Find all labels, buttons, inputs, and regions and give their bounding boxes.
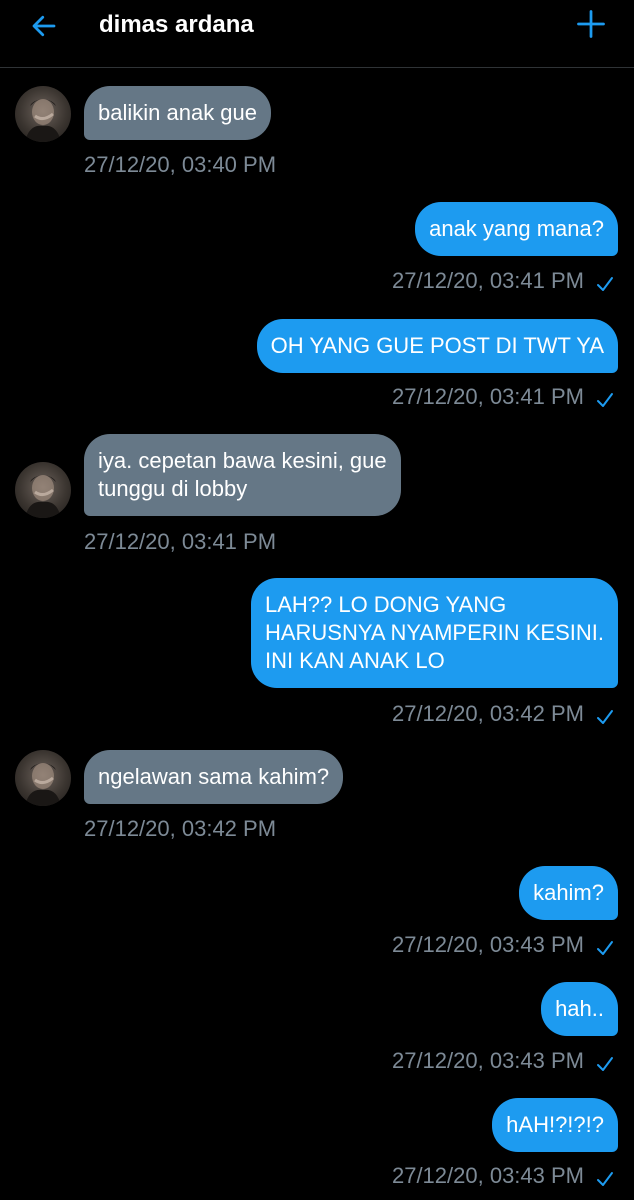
message-text: tunggu di lobby — [98, 476, 248, 501]
avatar[interactable] — [15, 86, 71, 142]
message-timestamp: 27/12/20, 03:41 PM — [84, 528, 276, 556]
message-timestamp: 27/12/20, 03:41 PM — [392, 267, 614, 295]
timestamp-text: 27/12/20, 03:43 PM — [391, 1163, 584, 1188]
outgoing-message-bubble[interactable]: OH YANG GUE POST DI TWT YA — [256, 319, 618, 373]
timestamp-text: 27/12/20, 03:43 PM — [391, 1048, 584, 1073]
message-text: ngelawan sama kahim? — [98, 764, 330, 789]
checkmark-icon — [596, 1052, 614, 1071]
message-timestamp: 27/12/20, 03:42 PM — [392, 700, 614, 728]
plus-icon — [577, 10, 605, 38]
message-timestamp: 27/12/20, 03:43 PM — [392, 1162, 614, 1190]
message-text: iya. cepetan bawa kesini, gue — [98, 448, 387, 473]
message-text: balikin anak gue — [98, 100, 258, 125]
arrow-left-icon — [32, 15, 56, 37]
message-text: OH YANG GUE POST DI TWT YA — [270, 333, 604, 358]
message-timestamp: 27/12/20, 03:41 PM — [392, 383, 614, 411]
checkmark-icon — [596, 936, 614, 955]
conversation-title[interactable]: dimas ardana — [99, 11, 254, 39]
outgoing-message-bubble[interactable]: kahim? — [519, 866, 618, 920]
message-timestamp: 27/12/20, 03:43 PM — [392, 1047, 614, 1075]
incoming-message-bubble[interactable]: balikin anak gue — [84, 86, 272, 140]
timestamp-text: 27/12/20, 03:41 PM — [391, 384, 584, 409]
timestamp-text: 27/12/20, 03:40 PM — [84, 152, 277, 177]
avatar[interactable] — [15, 462, 71, 518]
incoming-message-bubble[interactable]: ngelawan sama kahim? — [84, 750, 344, 804]
outgoing-message-bubble[interactable]: hAH!?!?!? — [492, 1098, 618, 1152]
outgoing-message-bubble[interactable]: hah.. — [541, 982, 618, 1036]
timestamp-text: 27/12/20, 03:42 PM — [391, 701, 584, 726]
message-text: hAH!?!?!? — [506, 1112, 604, 1137]
message-text: anak yang mana? — [429, 216, 604, 241]
checkmark-icon — [596, 388, 614, 407]
outgoing-message-bubble[interactable]: LAH?? LO DONG YANG HARUSNYA NYAMPERIN KES… — [250, 578, 618, 688]
message-text: HARUSNYA NYAMPERIN KESINI. — [264, 620, 604, 645]
timestamp-text: 27/12/20, 03:41 PM — [84, 529, 277, 554]
message-timestamp: 27/12/20, 03:42 PM — [84, 815, 276, 843]
timestamp-text: 27/12/20, 03:43 PM — [391, 932, 584, 957]
checkmark-icon — [596, 272, 614, 291]
conversation-header: dimas ardana — [0, 0, 634, 68]
avatar[interactable] — [15, 750, 71, 806]
message-text: hah.. — [555, 996, 604, 1021]
message-text: kahim? — [533, 880, 604, 905]
message-timestamp: 27/12/20, 03:43 PM — [392, 931, 614, 959]
message-text: INI KAN ANAK LO — [264, 648, 445, 673]
new-message-button[interactable] — [573, 6, 609, 42]
back-button[interactable] — [26, 8, 62, 44]
timestamp-text: 27/12/20, 03:42 PM — [84, 816, 277, 841]
message-timestamp: 27/12/20, 03:40 PM — [84, 151, 276, 179]
message-text: LAH?? LO DONG YANG — [264, 592, 507, 617]
incoming-message-bubble[interactable]: iya. cepetan bawa kesini, gue tunggu di l… — [84, 434, 401, 516]
timestamp-text: 27/12/20, 03:41 PM — [391, 268, 584, 293]
outgoing-message-bubble[interactable]: anak yang mana? — [415, 202, 618, 256]
checkmark-icon — [596, 1167, 614, 1186]
checkmark-icon — [596, 705, 614, 724]
